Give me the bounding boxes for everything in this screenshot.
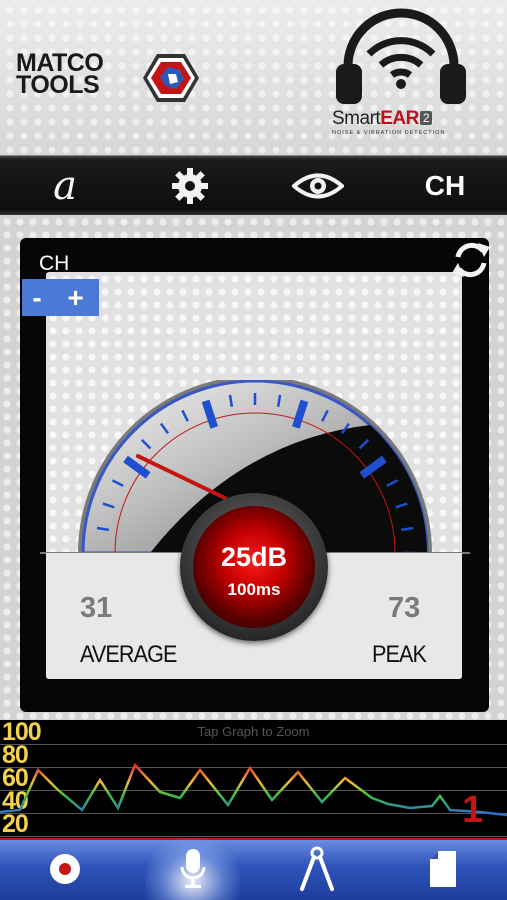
average-value: 31 [80,592,113,624]
document-icon [430,851,456,887]
peak-label: PEAK [372,641,427,668]
app-name-prefix: Smart [332,108,381,129]
reading-display: 25dB 100ms [193,506,315,628]
top-toolbar: a CH [0,155,507,215]
font-button[interactable]: a [40,156,90,216]
record-tab[interactable] [40,838,90,900]
matco-tools-wordmark: MATCO TOOLS [16,51,104,99]
channel-increment-button[interactable]: + [52,282,99,314]
font-button-label: a [53,163,77,209]
matco-hexagon-icon [143,54,199,102]
reading-decibels: 25dB [220,542,288,572]
gear-icon [172,168,208,204]
view-button[interactable] [290,156,345,216]
clamp-tab[interactable] [292,838,342,900]
eye-icon [291,173,344,199]
document-tab[interactable] [418,838,468,900]
brand-line-2: TOOLS [16,71,100,99]
peak-value: 73 [388,592,421,624]
reading-interval: 100ms [227,580,281,599]
headphones-wifi-icon [336,8,466,104]
channel-decrement-button[interactable]: - [22,282,52,314]
history-graph[interactable]: Tap Graph to Zoom 100 80 60 40 20 1 [0,720,507,840]
channel-button[interactable]: CH [410,156,480,216]
graph-channel-marker: 1 [462,789,484,831]
matco-tools-logo: MATCO TOOLS [16,51,206,104]
record-icon [50,854,80,884]
sound-history-line [0,762,507,817]
microphone-tab[interactable] [168,838,218,900]
smartear-logo: SmartEAR 2 NOISE & VIBRATION DETECTION [326,8,476,143]
average-label: AVERAGE [80,641,177,668]
app-name: SmartEAR 2 [332,108,432,130]
refresh-icon[interactable] [448,237,494,283]
channel-button-label: CH [424,170,466,201]
clamp-icon [300,846,334,891]
settings-button[interactable] [165,156,215,216]
channel-stepper: - + [22,279,99,316]
app-version-badge: 2 [419,111,432,125]
microphone-icon [180,849,206,888]
app-tagline: NOISE & VIBRATION DETECTION [332,130,446,136]
app-header: MATCO TOOLS SmartEAR 2 NOISE & VIBRATION … [0,0,507,155]
app-name-highlight: EAR [380,108,419,129]
meter-channel-label: CH [39,252,70,275]
